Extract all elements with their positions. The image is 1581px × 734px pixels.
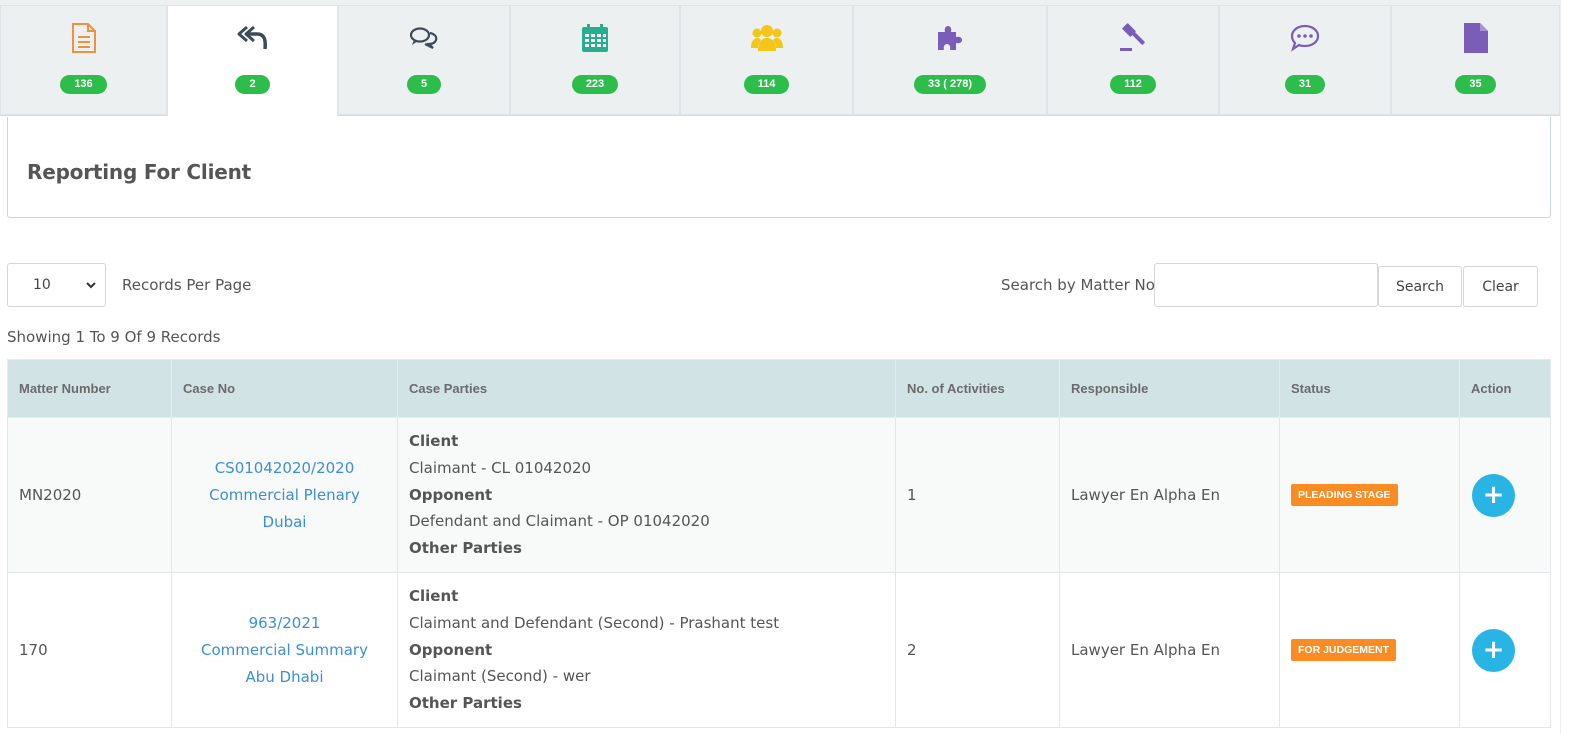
case-city[interactable]: Abu Dhabi <box>183 664 386 691</box>
case-parties-cell: Client Claimant - CL 01042020 Opponent D… <box>397 417 896 573</box>
records-summary: Showing 1 To 9 Of 9 Records <box>7 328 221 346</box>
tab-messages[interactable]: 31 <box>1219 5 1391 115</box>
opponent-label: Opponent <box>409 485 493 504</box>
action-cell: + <box>1459 417 1551 573</box>
count-badge: 223 <box>571 75 619 94</box>
case-number[interactable]: CS01042020/2020 <box>183 455 386 482</box>
users-icon <box>750 22 783 54</box>
records-per-page-label: Records Per Page <box>122 276 252 294</box>
status-badge: FOR JUDGEMENT <box>1291 639 1397 661</box>
count-badge: 136 <box>60 75 107 94</box>
file-icon <box>1460 22 1492 54</box>
table-header-row: Matter Number Case No Case Parties No. o… <box>7 359 1551 418</box>
opponent-value: Defendant and Claimant - OP 01042020 <box>409 512 710 531</box>
tab-hearings[interactable]: 112 <box>1047 5 1219 115</box>
count-badge: 33 ( 278) <box>913 75 987 94</box>
status-cell: PLEADING STAGE <box>1279 417 1460 573</box>
module-tabs: 136 2 5 223 114 33 ( 278) 112 31 35 <box>0 0 1560 116</box>
case-city[interactable]: Dubai <box>183 509 386 536</box>
status-badge: PLEADING STAGE <box>1291 484 1398 506</box>
responsible-cell: Lawyer En Alpha En <box>1059 417 1280 573</box>
matter-number-cell: 170 <box>7 572 172 728</box>
matter-number-cell: MN2020 <box>7 417 172 573</box>
reply-all-icon <box>237 22 269 54</box>
case-no-link[interactable]: CS01042020/2020 Commercial Plenary Dubai <box>171 417 398 573</box>
case-type[interactable]: Commercial Summary <box>183 637 386 664</box>
chat-bubble-icon <box>1289 22 1321 54</box>
table-row: 170 963/2021 Commercial Summary Abu Dhab… <box>7 572 1551 728</box>
other-parties-label: Other Parties <box>409 539 522 558</box>
puzzle-icon <box>934 22 966 54</box>
search-button[interactable]: Search <box>1378 266 1462 307</box>
document-icon <box>68 22 100 54</box>
case-no-link[interactable]: 963/2021 Commercial Summary Abu Dhabi <box>171 572 398 728</box>
tab-calendar[interactable]: 223 <box>510 5 680 115</box>
count-badge: 5 <box>406 75 442 94</box>
client-label: Client <box>409 432 459 451</box>
client-label: Client <box>409 587 459 606</box>
count-badge: 112 <box>1110 75 1156 94</box>
activities-cell: 2 <box>895 572 1060 728</box>
scrollbar-track[interactable] <box>1560 0 1581 734</box>
search-label: Search by Matter No <box>1001 276 1155 294</box>
case-type[interactable]: Commercial Plenary <box>183 482 386 509</box>
client-value: Claimant - CL 01042020 <box>409 458 592 477</box>
table-row: MN2020 CS01042020/2020 Commercial Plenar… <box>7 417 1551 573</box>
header-case-parties[interactable]: Case Parties <box>397 359 896 418</box>
chevron-down-icon <box>85 275 97 299</box>
count-badge: 31 <box>1284 75 1326 94</box>
calendar-icon <box>579 22 611 54</box>
header-status[interactable]: Status <box>1279 359 1460 418</box>
header-action: Action <box>1459 359 1551 418</box>
page-title: Reporting For Client <box>27 160 251 184</box>
page-size-select[interactable]: 10 <box>7 263 106 307</box>
opponent-value: Claimant (Second) - wer <box>409 667 591 686</box>
client-value: Claimant and Defendant (Second) - Prasha… <box>409 613 780 632</box>
responsible-cell: Lawyer En Alpha En <box>1059 572 1280 728</box>
add-activity-button[interactable]: + <box>1472 473 1515 517</box>
action-cell: + <box>1459 572 1551 728</box>
count-badge: 2 <box>235 75 270 94</box>
tab-replies[interactable]: 2 <box>167 5 338 116</box>
count-badge: 114 <box>743 75 790 94</box>
tab-users[interactable]: 114 <box>680 5 853 115</box>
header-case-no[interactable]: Case No <box>171 359 398 418</box>
gavel-icon <box>1117 22 1149 54</box>
header-activities[interactable]: No. of Activities <box>895 359 1060 418</box>
activities-cell: 1 <box>895 417 1060 573</box>
comments-icon <box>408 22 440 54</box>
header-matter-number[interactable]: Matter Number <box>7 359 172 418</box>
case-parties-cell: Client Claimant and Defendant (Second) -… <box>397 572 896 728</box>
tab-puzzle[interactable]: 33 ( 278) <box>853 5 1047 115</box>
clear-button[interactable]: Clear <box>1463 266 1538 307</box>
tab-files[interactable]: 35 <box>1391 5 1560 115</box>
page-size-value: 10 <box>33 277 51 293</box>
matters-table: Matter Number Case No Case Parties No. o… <box>7 359 1551 728</box>
opponent-label: Opponent <box>409 640 493 659</box>
add-activity-button[interactable]: + <box>1472 628 1515 672</box>
header-responsible[interactable]: Responsible <box>1059 359 1280 418</box>
report-heading-panel: Reporting For Client <box>7 117 1551 218</box>
tab-comments[interactable]: 5 <box>338 5 510 115</box>
other-parties-label: Other Parties <box>409 694 522 713</box>
case-number[interactable]: 963/2021 <box>183 610 386 637</box>
count-badge: 35 <box>1455 75 1496 94</box>
tab-documents[interactable]: 136 <box>0 5 167 115</box>
status-cell: FOR JUDGEMENT <box>1279 572 1460 728</box>
matter-search-input[interactable] <box>1154 263 1378 307</box>
